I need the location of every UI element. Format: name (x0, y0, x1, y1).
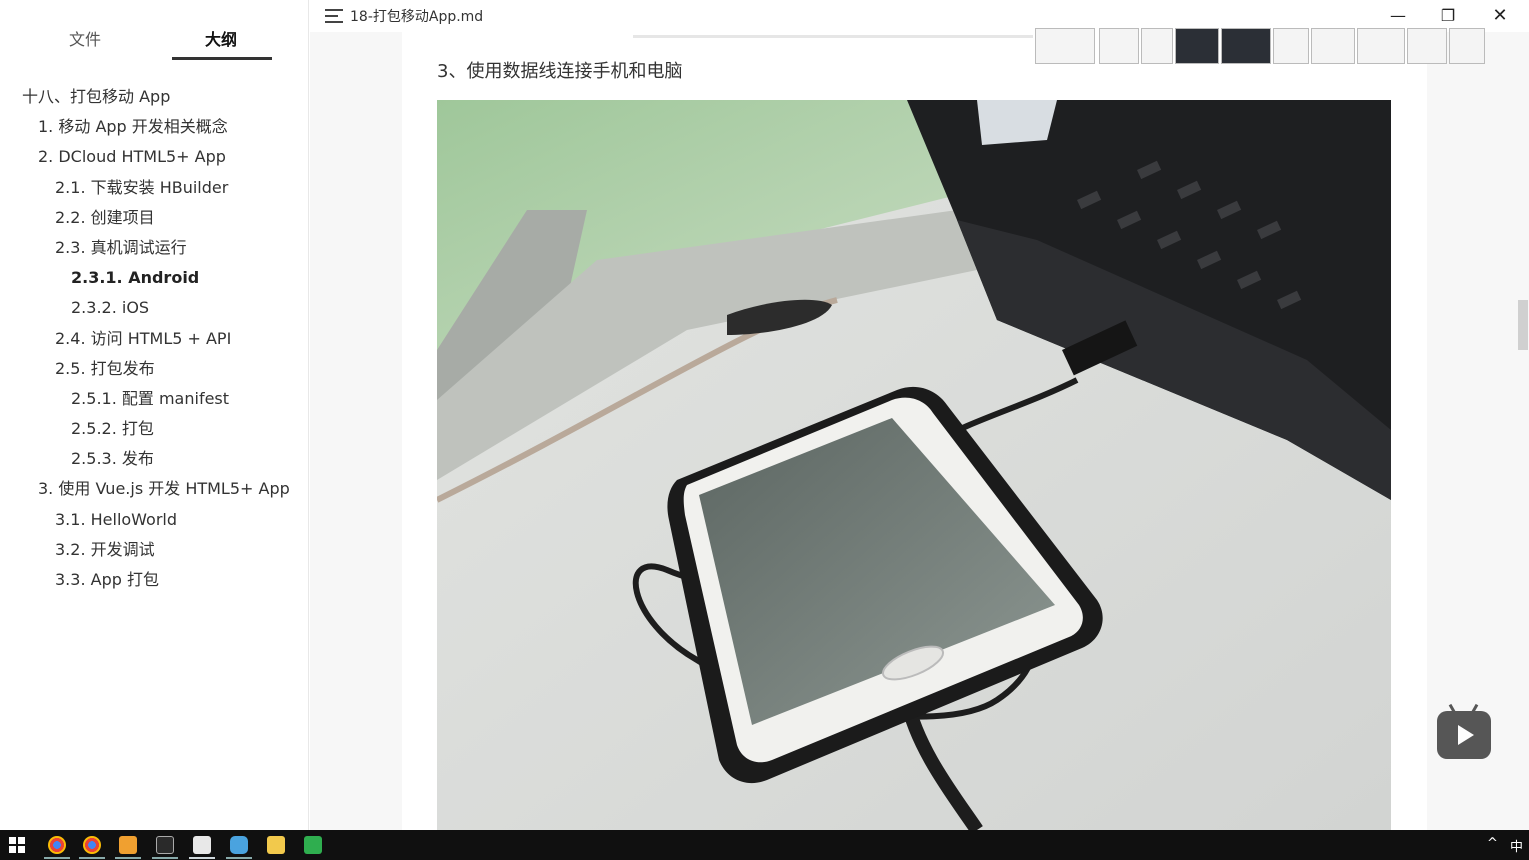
outline-item[interactable]: 2.3. 真机调试运行 (0, 233, 309, 263)
page-divider (633, 35, 1033, 38)
window-thumbnail[interactable] (1407, 28, 1447, 64)
window-thumbnail[interactable] (1449, 28, 1485, 64)
tab-outline[interactable]: 大纲 (205, 26, 237, 50)
window-thumbnail[interactable] (1311, 28, 1355, 64)
outline-item[interactable]: 2.4. 访问 HTML5 + API (0, 324, 309, 354)
chrome-icon[interactable] (48, 836, 66, 854)
terminal-icon[interactable] (156, 836, 174, 854)
chrome-icon[interactable] (83, 836, 101, 854)
running-indicator (152, 857, 178, 859)
document-title: 18-打包移动App.md (350, 9, 484, 25)
windows-start-icon[interactable] (9, 837, 25, 853)
outline-item[interactable]: 3. 使用 Vue.js 开发 HTML5+ App (0, 474, 309, 504)
maximize-button[interactable]: ❐ (1436, 4, 1460, 28)
active-tab-indicator (172, 57, 272, 60)
section-heading: 3、使用数据线连接手机和电脑 (437, 61, 683, 82)
close-button[interactable]: ✕ (1488, 4, 1512, 28)
ime-indicator[interactable]: 中 (1510, 836, 1523, 855)
typora-icon[interactable] (193, 836, 211, 854)
active-app-indicator (189, 857, 215, 859)
running-indicator (44, 857, 70, 859)
video-player-icon[interactable] (1437, 703, 1491, 759)
outline-item[interactable]: 3.3. App 打包 (0, 565, 309, 595)
photo-illustration (437, 100, 1391, 830)
vertical-scrollbar[interactable] (1518, 300, 1528, 350)
outline-item[interactable]: 3.1. HelloWorld (0, 505, 309, 535)
running-indicator (79, 857, 105, 859)
outline-item[interactable]: 2.3.2. iOS (0, 293, 309, 323)
outline-item[interactable]: 2.1. 下载安装 HBuilder (0, 173, 309, 203)
sidebar: 文件 大纲 十八、打包移动 App 1. 移动 App 开发相关概念 2. DClo… (0, 0, 309, 830)
outline-item[interactable]: 2.5.1. 配置 manifest (0, 384, 309, 414)
window-thumbnail[interactable] (1141, 28, 1173, 64)
outline-item[interactable]: 2. DCloud HTML5+ App (0, 142, 309, 172)
outline-list: 十八、打包移动 App 1. 移动 App 开发相关概念 2. DCloud HTM… (0, 82, 309, 595)
hbuilder-icon[interactable] (304, 836, 322, 854)
outline-item[interactable]: 2.2. 创建项目 (0, 203, 309, 233)
outline-item[interactable]: 十八、打包移动 App (0, 82, 309, 112)
tray-expand-icon[interactable]: ^ (1487, 836, 1498, 851)
outline-item[interactable]: 1. 移动 App 开发相关概念 (0, 112, 309, 142)
taskbar: ^ 中 (0, 830, 1529, 860)
outline-item[interactable]: 3.2. 开发调试 (0, 535, 309, 565)
tab-files[interactable]: 文件 (69, 26, 101, 50)
window-thumbnail[interactable] (1099, 28, 1139, 64)
window-thumbnail[interactable] (1357, 28, 1405, 64)
outline-item[interactable]: 2.5.3. 发布 (0, 444, 309, 474)
sidebar-tabs: 文件 大纲 (0, 0, 309, 62)
folder-icon[interactable] (267, 836, 285, 854)
outline-item[interactable]: 2.5. 打包发布 (0, 354, 309, 384)
menu-icon[interactable] (325, 9, 343, 23)
sublime-icon[interactable] (119, 836, 137, 854)
window-thumbnail[interactable] (1035, 28, 1095, 64)
outline-item[interactable]: 2.3.1. Android (0, 263, 309, 293)
running-indicator (115, 857, 141, 859)
cloud-icon[interactable] (230, 836, 248, 854)
minimize-button[interactable]: — (1386, 4, 1410, 28)
phone-usb-photo (437, 100, 1391, 830)
window-thumbnail[interactable] (1175, 28, 1219, 64)
window-thumbnail[interactable] (1221, 28, 1271, 64)
running-indicator (226, 857, 252, 859)
window-thumbnail[interactable] (1273, 28, 1309, 64)
outline-item[interactable]: 2.5.2. 打包 (0, 414, 309, 444)
window-thumbnails[interactable] (1035, 26, 1487, 68)
